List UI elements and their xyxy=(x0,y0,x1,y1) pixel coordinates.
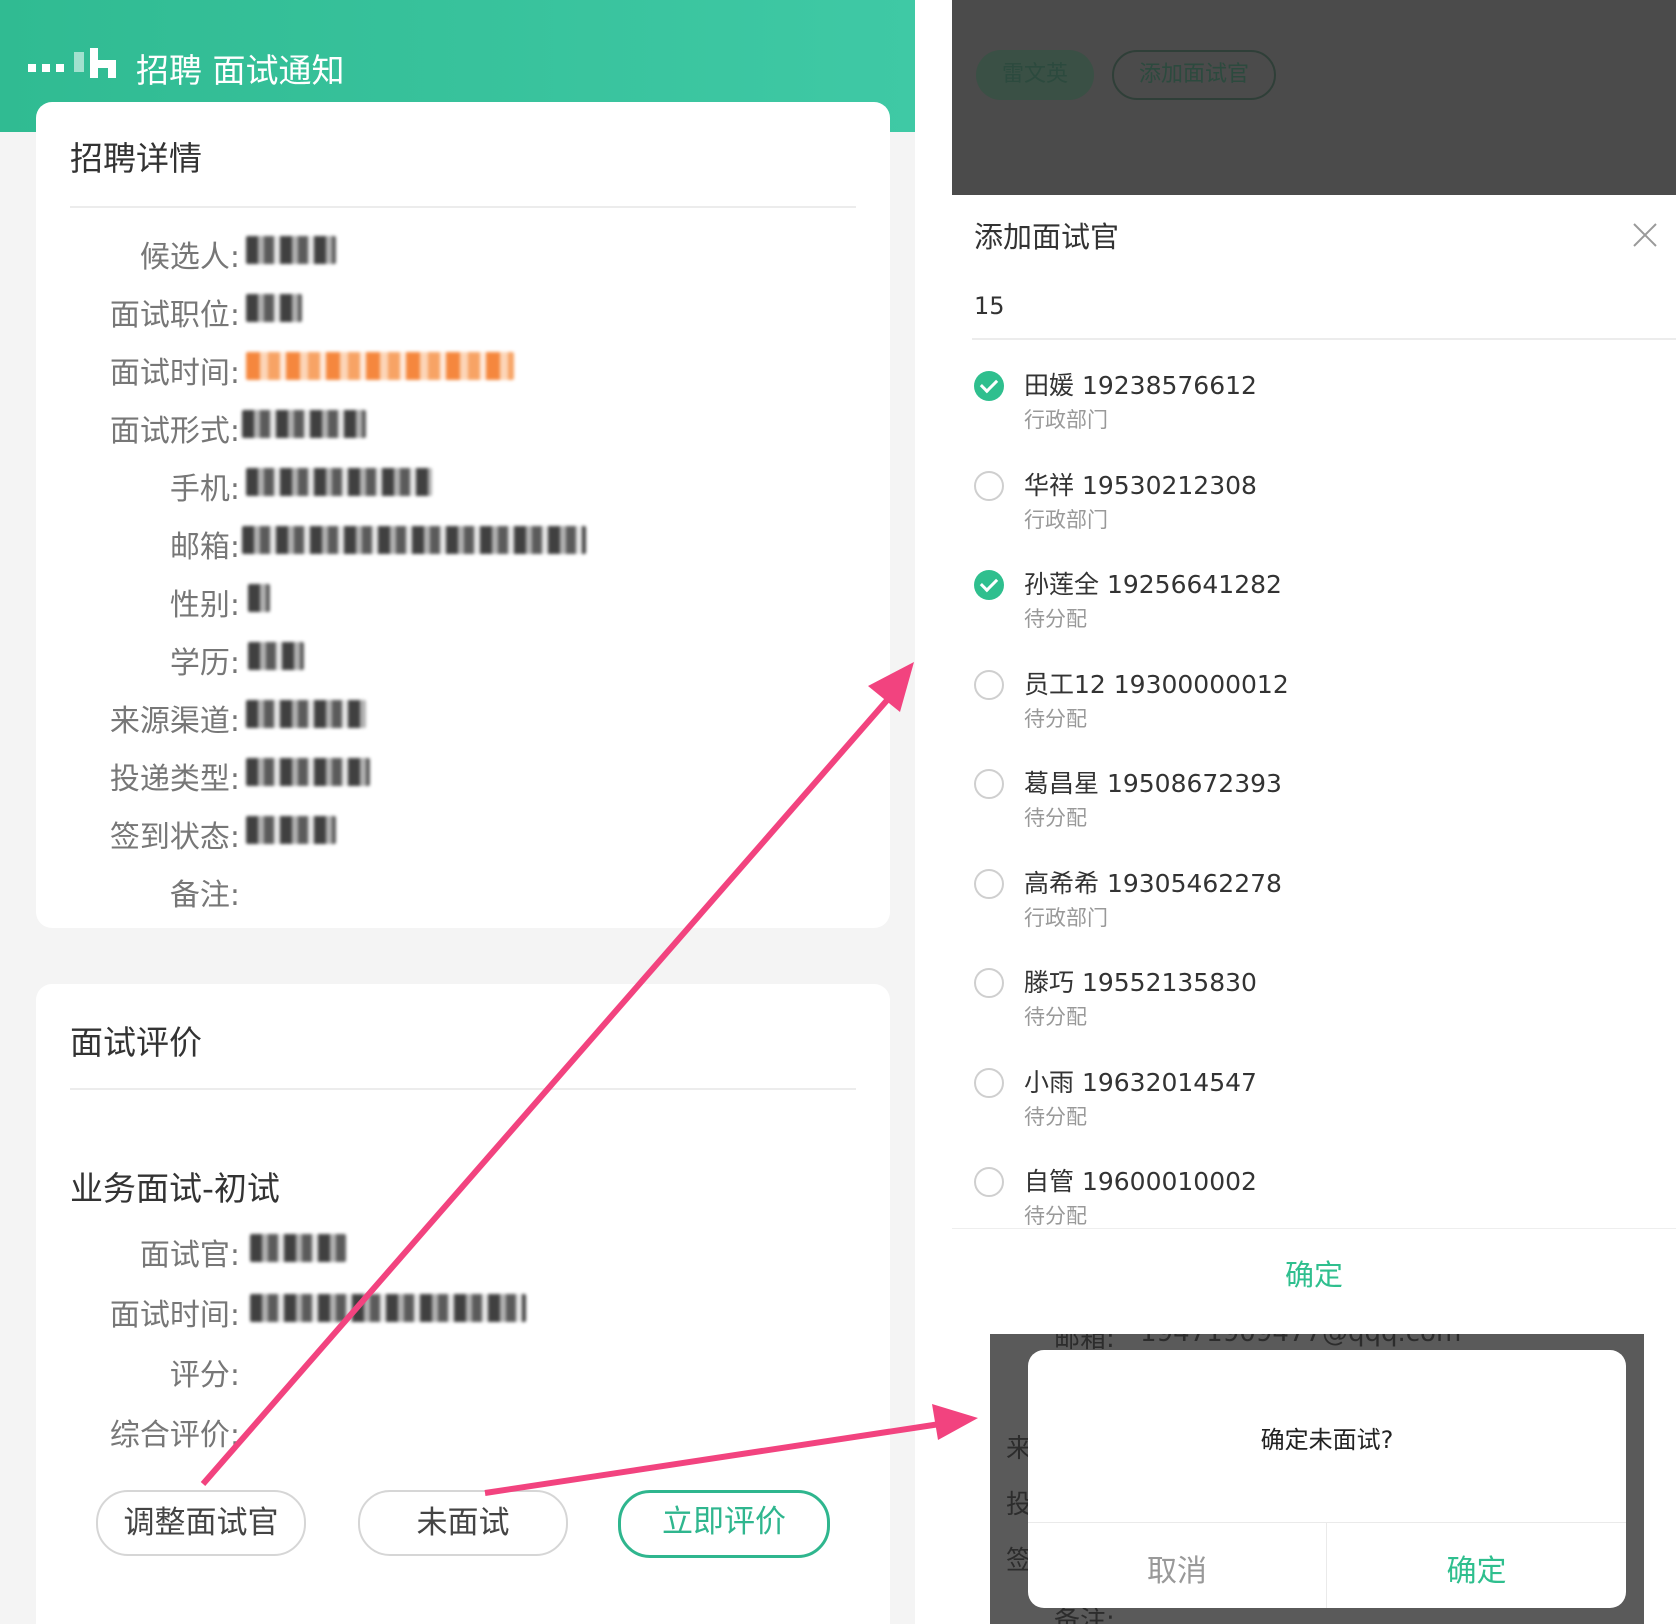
employee-department: 行政部门 xyxy=(1024,905,1108,930)
dialog-cancel-button[interactable]: 取消 xyxy=(1028,1546,1326,1590)
evaluate-now-button[interactable]: 立即评价 xyxy=(618,1490,830,1558)
candidate-label: 候选人: xyxy=(139,240,240,275)
employee-row[interactable]: 华祥 19530212308 行政部门 xyxy=(952,456,1676,555)
eval-time-value-redacted xyxy=(250,1294,526,1322)
format-label: 面试形式: xyxy=(109,414,240,449)
employee-department: 行政部门 xyxy=(1024,408,1108,432)
employee-department: 行政部门 xyxy=(1024,507,1108,532)
employee-department: 待分配 xyxy=(1024,1204,1087,1228)
round-title: 业务面试-初试 xyxy=(70,1169,280,1208)
employee-row[interactable]: 员工12 19300000012 待分配 xyxy=(952,655,1676,754)
interviewer-label: 面试官: xyxy=(139,1238,240,1273)
radio-icon[interactable] xyxy=(974,1067,1004,1098)
employee-department: 待分配 xyxy=(1024,1005,1087,1029)
phone-value-redacted xyxy=(246,468,432,496)
employee-department: 待分配 xyxy=(1024,706,1087,731)
close-icon[interactable] xyxy=(1632,222,1658,248)
confirm-dialog-screen: 邮箱: 19471909477@qqq.com 来 投 签 备注: 确定未面试?… xyxy=(990,1334,1644,1624)
time-value-redacted xyxy=(246,352,514,380)
employee-row[interactable]: 高希希 19305462278 行政部门 xyxy=(952,854,1676,953)
format-value-redacted xyxy=(242,410,366,438)
position-value-redacted xyxy=(246,294,302,322)
employee-department: 待分配 xyxy=(1024,1104,1087,1129)
sheet-title: 添加面试官 xyxy=(974,220,1120,254)
interview-evaluation-card: 面试评价 业务面试-初试 面试官: 面试时间: 评分: 综合评价: 调整面试官 … xyxy=(36,984,890,1624)
employee-name: 田媛 19238576612 xyxy=(1024,371,1257,400)
employee-row[interactable]: 田媛 19238576612 行政部门 xyxy=(952,356,1676,455)
channel-value-redacted xyxy=(246,700,366,728)
app-logo-icon xyxy=(28,48,124,84)
eval-time-label: 面试时间: xyxy=(109,1298,240,1333)
divider xyxy=(70,206,856,208)
radio-icon[interactable] xyxy=(974,968,1004,998)
interviewer-value-redacted xyxy=(250,1234,346,1262)
sheet-confirm-button[interactable]: 确定 xyxy=(952,1252,1676,1294)
checked-radio-icon[interactable] xyxy=(974,570,1004,600)
gender-value-redacted xyxy=(248,584,270,612)
remark-label: 备注: xyxy=(169,878,240,913)
employee-name: 葛昌星 19508672393 xyxy=(1024,769,1282,798)
delivery-value-redacted xyxy=(246,758,370,786)
employee-name: 华祥 19530212308 xyxy=(1024,470,1257,500)
score-label: 评分: xyxy=(169,1358,240,1393)
email-label: 邮箱: xyxy=(169,530,240,565)
employee-name: 滕巧 19552135830 xyxy=(1024,968,1257,997)
radio-icon[interactable] xyxy=(974,1167,1004,1197)
details-title: 招聘详情 xyxy=(70,139,202,178)
employee-department: 待分配 xyxy=(1024,607,1087,631)
employee-row[interactable]: 孙莲全 19256641282 待分配 xyxy=(952,555,1676,654)
search-input[interactable]: 15 xyxy=(974,292,1005,320)
bg-email-value: 19471909477@qqq.com xyxy=(1140,1334,1461,1348)
adjust-interviewer-button[interactable]: 调整面试官 xyxy=(96,1490,306,1556)
dialog-ok-button[interactable]: 确定 xyxy=(1327,1546,1626,1590)
education-value-redacted xyxy=(248,642,304,670)
gender-label: 性别: xyxy=(169,588,240,623)
employee-name: 自管 19600010002 xyxy=(1024,1167,1257,1196)
interview-notice-screen: 招聘 面试通知 招聘详情 候选人: 面试职位: 面试时间: 面试形式: 手机: … xyxy=(0,0,915,1624)
add-interviewer-chip: 添加面试官 xyxy=(1112,50,1276,100)
radio-icon[interactable] xyxy=(974,868,1004,899)
candidate-value-redacted xyxy=(246,236,336,264)
page-title: 招聘 面试通知 xyxy=(136,51,345,90)
not-interviewed-button[interactable]: 未面试 xyxy=(358,1490,568,1556)
radio-icon[interactable] xyxy=(974,769,1004,799)
add-interviewer-screen: 雷文英 添加面试官 添加面试官 15 田媛 19238576612 行政部门 华祥 … xyxy=(952,0,1676,1624)
delivery-label: 投递类型: xyxy=(109,762,240,797)
employee-row[interactable]: 滕巧 19552135830 待分配 xyxy=(952,953,1676,1052)
interviewer-chip: 雷文英 xyxy=(976,50,1094,100)
dialog-message: 确定未面试? xyxy=(1260,1426,1394,1454)
employee-row[interactable]: 自管 19600010002 待分配 xyxy=(952,1152,1676,1251)
position-label: 面试职位: xyxy=(109,298,240,333)
education-label: 学历: xyxy=(169,646,240,681)
checked-radio-icon[interactable] xyxy=(974,371,1004,401)
overall-label: 综合评价: xyxy=(109,1418,240,1453)
recruitment-details-card: 招聘详情 候选人: 面试职位: 面试时间: 面试形式: 手机: 邮箱: 性别: … xyxy=(36,102,890,928)
checkin-label: 签到状态: xyxy=(109,820,240,855)
confirm-dialog: 确定未面试? 取消 确定 xyxy=(1028,1350,1626,1608)
divider xyxy=(70,1088,856,1090)
employee-name: 小雨 19632014547 xyxy=(1024,1067,1257,1097)
radio-icon[interactable] xyxy=(974,470,1004,501)
employee-department: 待分配 xyxy=(1024,806,1087,830)
employee-row[interactable]: 葛昌星 19508672393 待分配 xyxy=(952,754,1676,853)
employee-row[interactable]: 小雨 19632014547 待分配 xyxy=(952,1053,1676,1152)
email-value-redacted xyxy=(242,526,586,554)
divider xyxy=(952,1228,1676,1229)
divider xyxy=(1028,1522,1626,1523)
employee-name: 员工12 19300000012 xyxy=(1024,669,1289,699)
employee-name: 高希希 19305462278 xyxy=(1024,868,1282,898)
checkin-value-redacted xyxy=(246,816,336,844)
channel-label: 来源渠道: xyxy=(109,704,240,739)
time-label: 面试时间: xyxy=(109,356,240,391)
phone-label: 手机: xyxy=(169,472,240,507)
employee-name: 孙莲全 19256641282 xyxy=(1024,570,1282,599)
evaluation-title: 面试评价 xyxy=(70,1023,202,1062)
dimmed-background: 雷文英 添加面试官 xyxy=(952,0,1676,195)
radio-icon[interactable] xyxy=(974,669,1004,700)
search-divider xyxy=(972,338,1676,340)
